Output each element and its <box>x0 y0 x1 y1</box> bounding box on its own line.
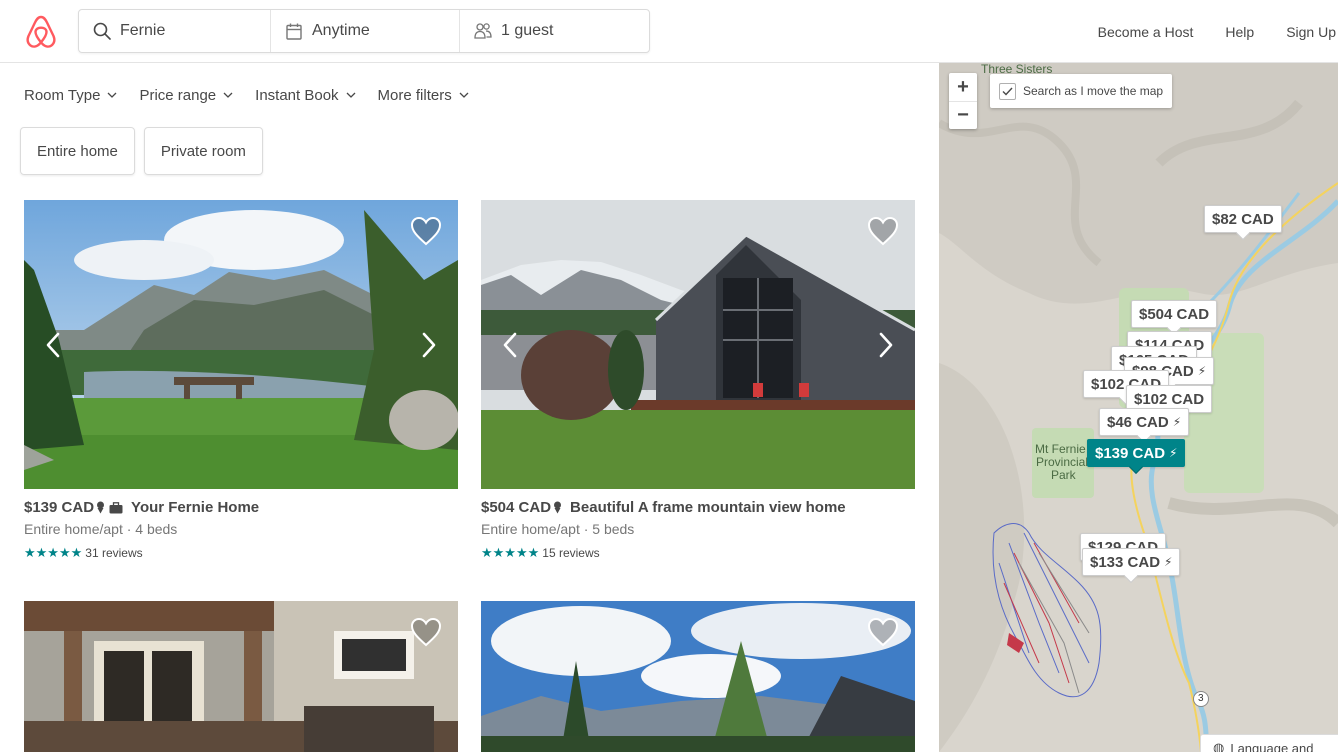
sign-up-link[interactable]: Sign Up <box>1286 24 1336 40</box>
private-room-chip[interactable]: Private room <box>143 127 263 175</box>
room-type-filter[interactable]: Room Type <box>24 86 117 104</box>
chevron-down-icon <box>346 92 356 98</box>
instant-book-bolt-icon: ⚡ <box>1172 415 1182 429</box>
listing-card[interactable] <box>24 601 458 752</box>
location-value: Fernie <box>120 22 166 39</box>
listing-photo[interactable] <box>24 601 458 752</box>
star-rating-icon: ★★★★★ <box>481 545 540 560</box>
heart-save-icon[interactable] <box>410 617 442 647</box>
room-type-chips: Entire home Private room <box>20 127 272 175</box>
map-park-label-2: Provincial <box>1036 455 1089 469</box>
guests-icon <box>474 22 492 40</box>
help-link[interactable]: Help <box>1225 24 1254 40</box>
listing-rating: ★★★★★ 31 reviews <box>24 545 458 561</box>
calendar-icon <box>285 22 303 40</box>
zoom-in-button[interactable]: + <box>949 73 977 101</box>
filter-label: Room Type <box>24 86 101 104</box>
chevron-left-icon[interactable] <box>501 331 519 359</box>
airbnb-logo-icon[interactable] <box>24 14 58 50</box>
more-filters[interactable]: More filters <box>378 86 469 104</box>
pin-price: $46 CAD <box>1107 413 1169 431</box>
chevron-down-icon <box>107 92 117 98</box>
chevron-down-icon <box>459 92 469 98</box>
filter-label: Instant Book <box>255 86 339 104</box>
become-host-link[interactable]: Become a Host <box>1098 24 1194 40</box>
map-park-label-3: Park <box>1051 468 1076 482</box>
listing-card[interactable] <box>481 601 915 752</box>
listing-subtitle: Entire home/apt · 4 beds <box>24 521 178 537</box>
instant-book-bolt-icon: ⚡ <box>1169 446 1178 460</box>
heart-save-icon[interactable] <box>867 617 899 647</box>
top-nav: Become a Host Help Sign Up <box>1066 0 1338 63</box>
map-price-pin[interactable]: $82 CAD <box>1204 205 1282 233</box>
star-rating-icon: ★★★★★ <box>24 545 83 560</box>
zoom-out-button[interactable]: − <box>949 101 977 129</box>
search-as-move-toggle[interactable]: Search as I move the map <box>990 74 1173 108</box>
map-panel[interactable]: Three Sisters Mt Fernie Provincial Park … <box>939 63 1338 752</box>
globe-icon: ◍ <box>1213 740 1225 752</box>
instant-book-bolt-icon: ⚡ <box>1197 364 1207 378</box>
search-bar: Fernie Anytime 1 guest <box>78 9 650 53</box>
instant-book-filter[interactable]: Instant Book <box>255 86 356 104</box>
language-label: Language and <box>1230 740 1314 752</box>
pin-price: $139 CAD <box>1095 444 1166 462</box>
listing-photo-image <box>24 601 458 752</box>
review-count: 31 reviews <box>85 546 143 560</box>
language-button[interactable]: ◍ Language and <box>1200 734 1338 752</box>
listing-photo[interactable] <box>481 601 915 752</box>
map-price-pin-active[interactable]: $139 CAD ⚡ <box>1087 439 1186 467</box>
listing-photo[interactable] <box>24 200 458 489</box>
instant-book-bolt-icon: ⚡ <box>1164 555 1173 569</box>
review-count: 15 reviews <box>542 546 600 560</box>
superhost-badge-icon <box>553 501 562 514</box>
map-park-label-1: Mt Fernie <box>1035 442 1086 456</box>
listing-price-title: $504 CAD Beautiful A frame mountain view… <box>481 499 915 516</box>
checkbox-checked-icon[interactable] <box>999 82 1016 100</box>
listing-photo-image <box>481 200 915 489</box>
listing-price: $139 CAD <box>24 499 95 516</box>
filter-label: Price range <box>139 86 217 104</box>
chevron-right-icon[interactable] <box>420 331 438 359</box>
map-price-pin[interactable]: $46 CAD ⚡ <box>1099 408 1190 436</box>
listing-title[interactable]: Your Fernie Home <box>131 499 259 516</box>
header: Fernie Anytime 1 guest Become a Host Hel… <box>0 0 1338 63</box>
location-search-input[interactable]: Fernie <box>79 10 270 52</box>
listing-price-title: $139 CAD Your Fernie Home <box>24 499 458 516</box>
map-zoom-controls: + − <box>949 73 977 129</box>
listing-card[interactable]: $504 CAD Beautiful A frame mountain view… <box>481 200 915 561</box>
price-range-filter[interactable]: Price range <box>139 86 233 104</box>
chevron-right-icon[interactable] <box>877 331 895 359</box>
map-price-pin[interactable]: $504 CAD <box>1131 300 1218 328</box>
listing-subtitle: Entire home/apt · 5 beds <box>481 521 635 537</box>
listing-card[interactable]: $139 CAD Your Fernie Home Entire home/ap… <box>24 200 458 561</box>
chevron-down-icon <box>223 92 233 98</box>
listing-photo-image <box>24 200 458 489</box>
listing-rating: ★★★★★ 15 reviews <box>481 545 915 561</box>
listing-price: $504 CAD <box>481 499 552 516</box>
filter-label: More filters <box>377 86 452 104</box>
highway-3-shield: 3 <box>1193 691 1209 707</box>
heart-save-icon[interactable] <box>410 216 442 246</box>
guests-input[interactable]: 1 guest <box>459 10 649 52</box>
dates-input[interactable]: Anytime <box>270 10 459 52</box>
dates-value: Anytime <box>312 22 370 39</box>
superhost-badge-icon <box>96 501 105 514</box>
pin-price: $133 CAD <box>1090 553 1161 571</box>
listing-title[interactable]: Beautiful A frame mountain view home <box>570 499 846 516</box>
entire-home-chip[interactable]: Entire home <box>20 127 135 175</box>
briefcase-icon <box>109 501 123 514</box>
search-icon <box>93 22 111 40</box>
listing-photo[interactable] <box>481 200 915 489</box>
heart-save-icon[interactable] <box>867 216 899 246</box>
filter-bar: Room Type Price range Instant Book More … <box>24 86 491 104</box>
map-price-pin[interactable]: $133 CAD ⚡ <box>1082 548 1181 576</box>
search-as-move-label: Search as I move the map <box>1023 84 1164 98</box>
guests-value: 1 guest <box>501 22 554 39</box>
listing-photo-image <box>481 601 915 752</box>
chevron-left-icon[interactable] <box>44 331 62 359</box>
